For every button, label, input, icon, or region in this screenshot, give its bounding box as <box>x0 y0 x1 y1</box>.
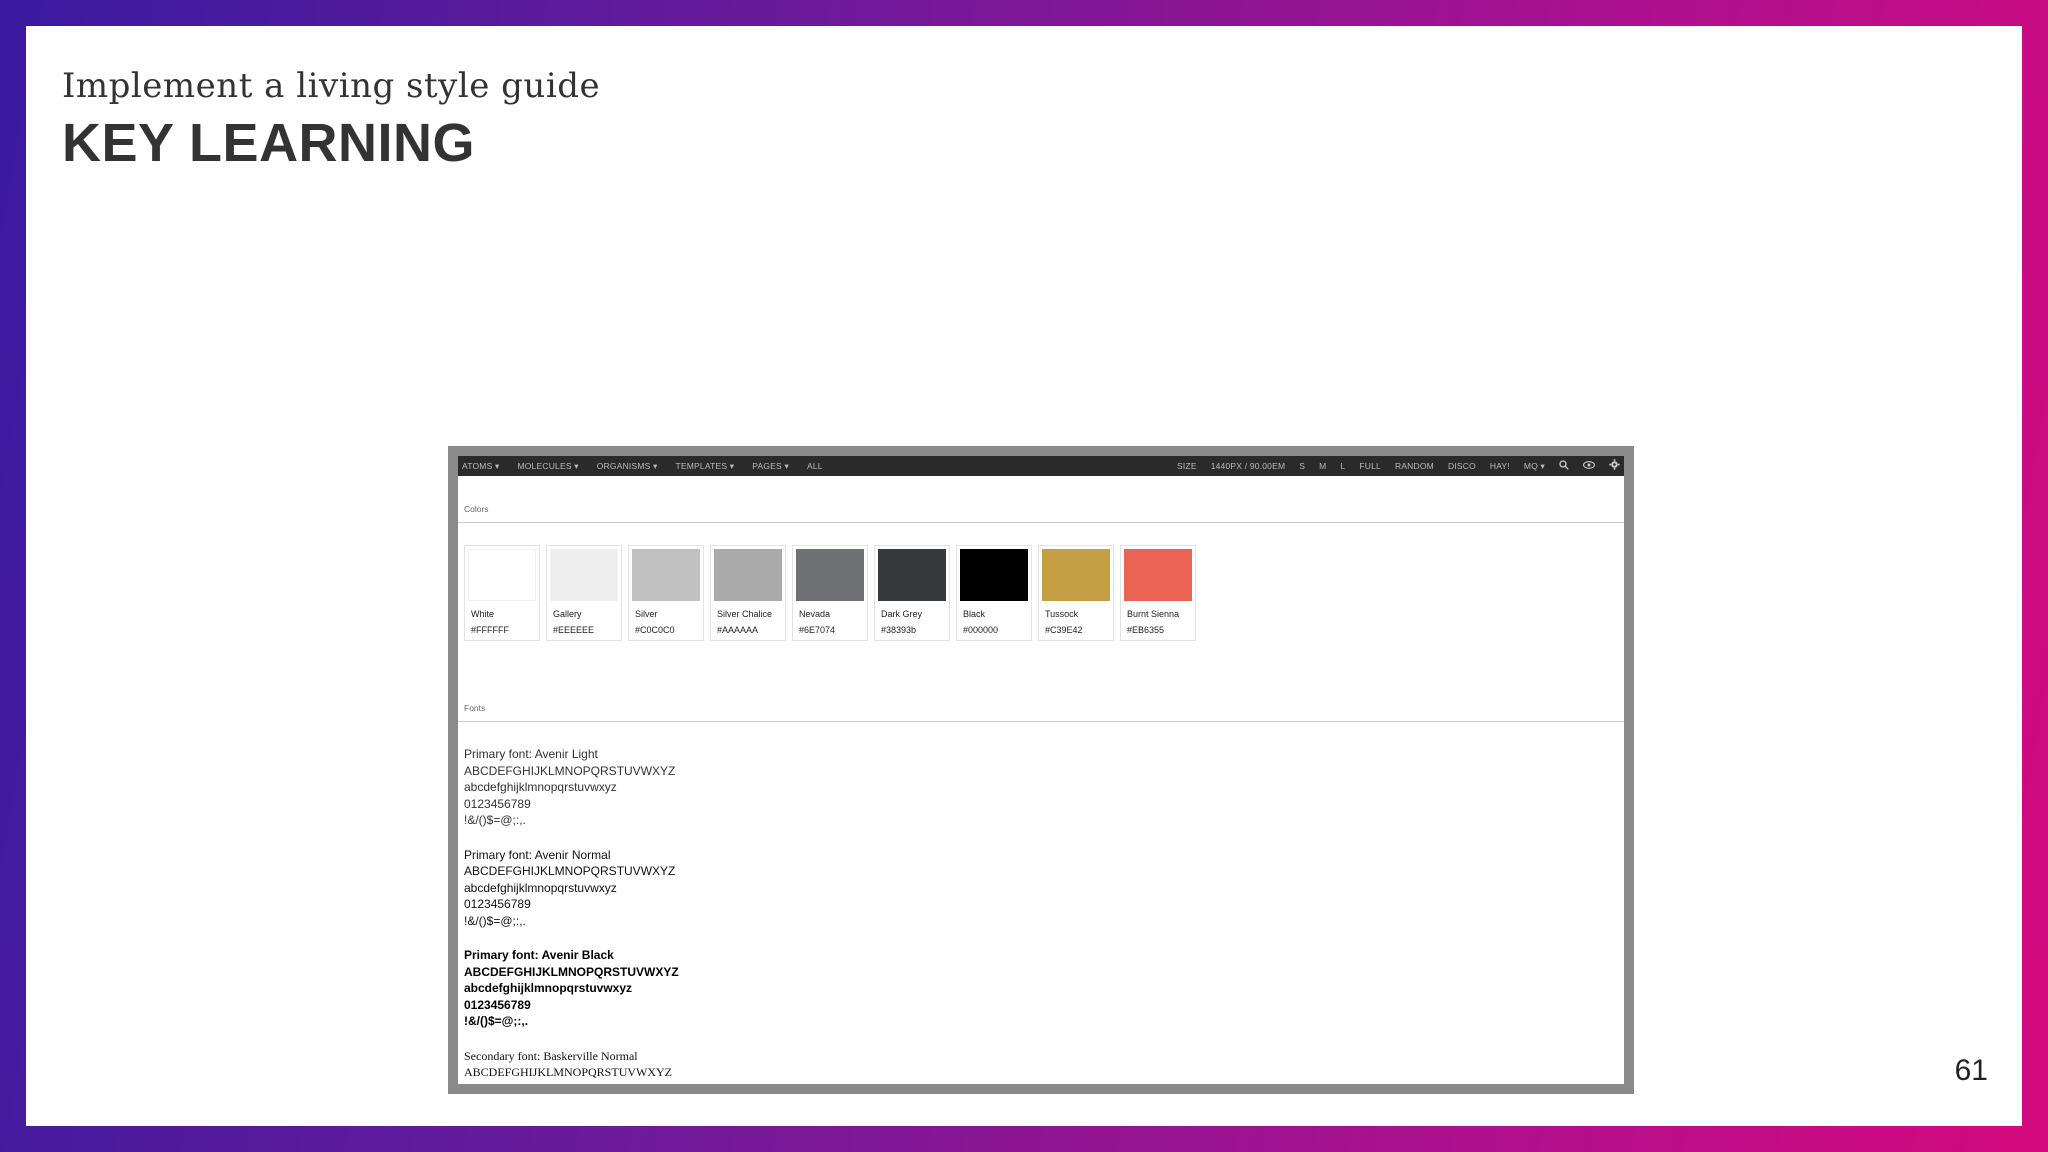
font-digits: 0123456789 <box>464 997 531 1012</box>
swatch-name: Burnt Sienna <box>1127 609 1180 619</box>
font-uppercase: ABCDEFGHIJKLMNOPQRSTUVWXYZ <box>464 763 676 778</box>
size-random-button[interactable]: RANDOM <box>1395 461 1434 471</box>
slide-title: KEY LEARNING <box>62 113 476 173</box>
size-l-button[interactable]: L <box>1340 461 1345 471</box>
font-heading: Primary font: Avenir Normal <box>464 847 611 862</box>
swatch-chip <box>796 549 864 601</box>
size-full-button[interactable]: FULL <box>1359 461 1381 471</box>
disco-button[interactable]: DISCO <box>1448 461 1476 471</box>
font-digits: 0123456789 <box>464 897 531 911</box>
size-readout[interactable]: 1440PX / 90.00EM <box>1211 461 1286 471</box>
swatch-name: Gallery <box>553 609 582 619</box>
search-icon[interactable] <box>1559 459 1569 473</box>
pattern-lab-toolbar: ATOMS ▾ MOLECULES ▾ ORGANISMS ▾ TEMPLATE… <box>458 456 1624 476</box>
font-specimen-avenir-black: Primary font: Avenir Black ABCDEFGHIJKLM… <box>464 947 1618 1030</box>
swatch-hex: #C0C0C0 <box>635 625 675 635</box>
font-heading: Primary font: Avenir Light <box>464 747 598 761</box>
color-swatch: Burnt Sienna #EB6355 <box>1120 545 1196 641</box>
nav-all[interactable]: ALL <box>807 461 823 472</box>
size-label: SIZE <box>1177 461 1197 471</box>
swatch-hex: #000000 <box>963 625 999 635</box>
fonts-section-label: Fonts <box>464 703 486 713</box>
font-heading: Primary font: Avenir Black <box>464 948 614 962</box>
nav-molecules[interactable]: MOLECULES ▾ <box>517 461 578 472</box>
style-guide-screenshot: ATOMS ▾ MOLECULES ▾ ORGANISMS ▾ TEMPLATE… <box>448 446 1634 1094</box>
toolbar-controls: SIZE 1440PX / 90.00EM S M L FULL RANDOM … <box>1177 459 1620 473</box>
font-lowercase: abcdefghijklmnopqrstuvwxyz <box>464 880 617 895</box>
font-specimens: Primary font: Avenir Light ABCDEFGHIJKLM… <box>458 746 1624 1081</box>
swatch-chip <box>878 549 946 601</box>
font-heading: Secondary font: Baskerville Normal <box>464 1048 638 1063</box>
eye-icon[interactable] <box>1582 460 1596 472</box>
size-s-button[interactable]: S <box>1299 461 1305 471</box>
font-lowercase: abcdefghijklmnopqrstuvwxyz <box>464 780 617 794</box>
color-swatch: Silver Chalice #AAAAAA <box>710 545 786 641</box>
font-uppercase: ABCDEFGHIJKLMNOPQRSTUVWXYZ <box>464 1065 673 1079</box>
font-digits: 0123456789 <box>464 796 531 811</box>
swatch-chip <box>550 549 618 601</box>
font-specimen-baskerville-normal: Secondary font: Baskerville Normal ABCDE… <box>464 1048 1618 1081</box>
color-swatch: Nevada #6E7074 <box>792 545 868 641</box>
swatch-name: Silver <box>635 609 658 619</box>
swatch-chip <box>468 549 536 601</box>
color-swatch: Gallery #EEEEEE <box>546 545 622 641</box>
nav-pages[interactable]: PAGES ▾ <box>752 461 789 472</box>
swatch-chip <box>960 549 1028 601</box>
nav-atoms[interactable]: ATOMS ▾ <box>462 461 499 472</box>
color-swatch: Dark Grey #38393b <box>874 545 950 641</box>
swatch-chip <box>1124 549 1192 601</box>
swatch-chip <box>632 549 700 601</box>
font-symbols: !&/()$=@;:,. <box>464 813 526 827</box>
swatch-hex: #C39E42 <box>1045 625 1083 635</box>
font-symbols: !&/()$=@;:,. <box>464 913 526 928</box>
divider <box>458 522 1624 523</box>
font-specimen-avenir-normal: Primary font: Avenir Normal ABCDEFGHIJKL… <box>464 847 1618 930</box>
font-symbols: !&/()$=@;:,. <box>464 1014 529 1028</box>
swatch-name: Tussock <box>1045 609 1079 619</box>
swatch-hex: #EEEEEE <box>553 625 595 635</box>
pattern-lab-viewport: ATOMS ▾ MOLECULES ▾ ORGANISMS ▾ TEMPLATE… <box>458 456 1624 1084</box>
hay-button[interactable]: HAY! <box>1490 461 1510 471</box>
nav-templates[interactable]: TEMPLATES ▾ <box>676 461 735 472</box>
font-uppercase: ABCDEFGHIJKLMNOPQRSTUVWXYZ <box>464 964 679 979</box>
colors-section-label: Colors <box>464 504 489 514</box>
color-swatch: Tussock #C39E42 <box>1038 545 1114 641</box>
color-swatch: Silver #C0C0C0 <box>628 545 704 641</box>
gear-icon[interactable] <box>1609 459 1620 473</box>
swatch-hex: #FFFFFF <box>471 625 509 635</box>
size-m-button[interactable]: M <box>1319 461 1326 471</box>
swatch-hex: #AAAAAA <box>717 625 759 635</box>
swatch-chip <box>714 549 782 601</box>
color-swatch: Black #000000 <box>956 545 1032 641</box>
swatch-name: White <box>471 609 495 619</box>
divider <box>458 721 1624 722</box>
swatch-hex: #38393b <box>881 625 917 635</box>
color-swatch-list: White #FFFFFF Gallery #EEEEEE Silver #C0… <box>458 545 1624 641</box>
slide: Implement a living style guide KEY LEARN… <box>26 26 2022 1126</box>
font-uppercase: ABCDEFGHIJKLMNOPQRSTUVWXYZ <box>464 864 676 878</box>
swatch-hex: #EB6355 <box>1127 625 1165 635</box>
mq-dropdown[interactable]: MQ ▾ <box>1524 461 1545 472</box>
color-swatch: White #FFFFFF <box>464 545 540 641</box>
page-number: 61 <box>1954 1054 1988 1087</box>
nav-organisms[interactable]: ORGANISMS ▾ <box>597 461 658 472</box>
font-specimen-avenir-light: Primary font: Avenir Light ABCDEFGHIJKLM… <box>464 746 1618 829</box>
swatch-chip <box>1042 549 1110 601</box>
slide-subtitle: Implement a living style guide <box>62 66 601 106</box>
swatch-name: Dark Grey <box>881 609 923 619</box>
swatch-name: Silver Chalice <box>717 609 773 619</box>
swatch-name: Black <box>963 609 986 619</box>
swatch-name: Nevada <box>799 609 831 619</box>
font-lowercase: abcdefghijklmnopqrstuvwxyz <box>464 981 633 995</box>
toolbar-nav: ATOMS ▾ MOLECULES ▾ ORGANISMS ▾ TEMPLATE… <box>462 461 823 472</box>
swatch-hex: #6E7074 <box>799 625 836 635</box>
